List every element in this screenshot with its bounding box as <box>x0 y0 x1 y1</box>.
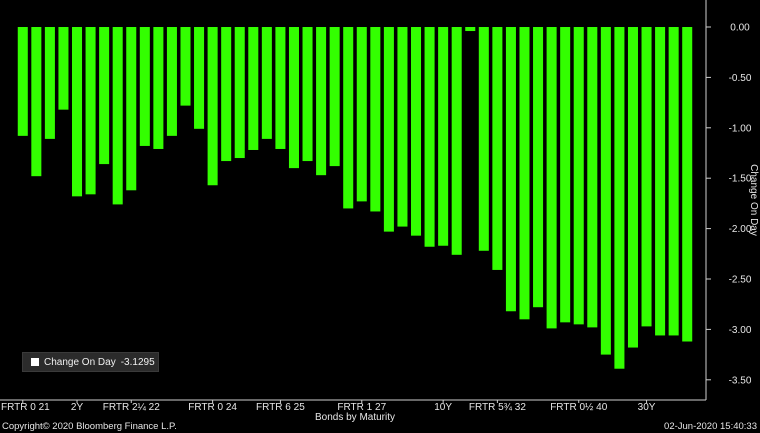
bar <box>465 27 476 32</box>
bar <box>126 27 137 191</box>
bar <box>411 27 422 236</box>
bar <box>221 27 232 162</box>
bar <box>72 27 83 197</box>
y-tick-label: -0.50 <box>729 73 752 84</box>
x-tick-label: FRTR 5¾ 32 <box>469 402 526 413</box>
bar <box>587 27 598 328</box>
bar <box>58 27 69 110</box>
bar <box>641 27 652 327</box>
y-axis: 0.00-0.50-1.00-1.50-2.00-2.50-3.00-3.50 <box>705 0 752 400</box>
bar <box>397 27 408 227</box>
bar <box>478 27 489 251</box>
footer: Copyright© 2020 Bloomberg Finance L.P. 0… <box>0 421 760 433</box>
bar <box>627 27 638 348</box>
legend-value: -3.1295 <box>120 356 155 368</box>
bar <box>153 27 164 149</box>
x-tick-label: 10Y <box>434 402 452 413</box>
bar <box>248 27 259 150</box>
x-tick-label: 30Y <box>638 402 656 413</box>
legend: Change On Day -3.1295 <box>22 352 159 372</box>
bar <box>166 27 177 136</box>
bar <box>614 27 625 369</box>
y-tick-label: -3.50 <box>729 375 752 386</box>
y-tick-label: -2.50 <box>729 275 752 286</box>
bars-group <box>17 27 693 369</box>
y-tick-label: -3.00 <box>729 325 752 336</box>
chart-window: 0.00 -0.50 -1.00 -1.50 -2.00 -2.50 -3.00 -3.50 … <box>0 0 760 433</box>
x-tick-label: 2Y <box>71 402 84 413</box>
legend-label: Change On Day <box>44 356 116 368</box>
bar <box>316 27 327 176</box>
y-axis-label: Change On Day <box>748 164 759 236</box>
bar <box>492 27 503 270</box>
bar <box>533 27 544 308</box>
bar <box>424 27 435 247</box>
bar <box>207 27 218 186</box>
bar <box>139 27 150 146</box>
bar <box>573 27 584 325</box>
bar <box>329 27 340 167</box>
bar <box>99 27 110 165</box>
bar <box>112 27 123 205</box>
x-tick-label: FRTR 0½ 40 <box>550 402 607 413</box>
bar <box>302 27 313 162</box>
bar <box>343 27 354 209</box>
bar <box>261 27 272 139</box>
bar <box>44 27 55 139</box>
bar <box>31 27 42 177</box>
bar <box>682 27 693 342</box>
bar <box>383 27 394 232</box>
bar <box>560 27 571 323</box>
bar <box>438 27 449 246</box>
bar <box>234 27 245 159</box>
bar <box>546 27 557 329</box>
bar <box>451 27 462 255</box>
bar <box>288 27 299 169</box>
bar <box>194 27 205 129</box>
y-tick-label: 0.00 <box>730 23 750 34</box>
y-tick-label: -1.00 <box>729 123 752 134</box>
bar <box>655 27 666 336</box>
bar <box>356 27 367 202</box>
bar <box>85 27 96 195</box>
x-tick-label: FRTR 6 25 <box>256 402 305 413</box>
copyright-text: Copyright© 2020 Bloomberg Finance L.P. <box>2 421 177 432</box>
bar <box>275 27 286 149</box>
legend-swatch <box>31 358 39 366</box>
bar <box>17 27 28 136</box>
bar <box>668 27 679 336</box>
bar <box>180 27 191 106</box>
bar <box>600 27 611 355</box>
timestamp-text: 02-Jun-2020 15:40:33 <box>664 421 757 432</box>
bar <box>519 27 530 320</box>
bar <box>505 27 516 312</box>
x-tick-label: FRTR 0 24 <box>188 402 237 413</box>
x-tick-label: FRTR 0 21 <box>1 402 50 413</box>
bar <box>370 27 381 212</box>
x-tick-label: FRTR 2¼ 22 <box>103 401 160 413</box>
